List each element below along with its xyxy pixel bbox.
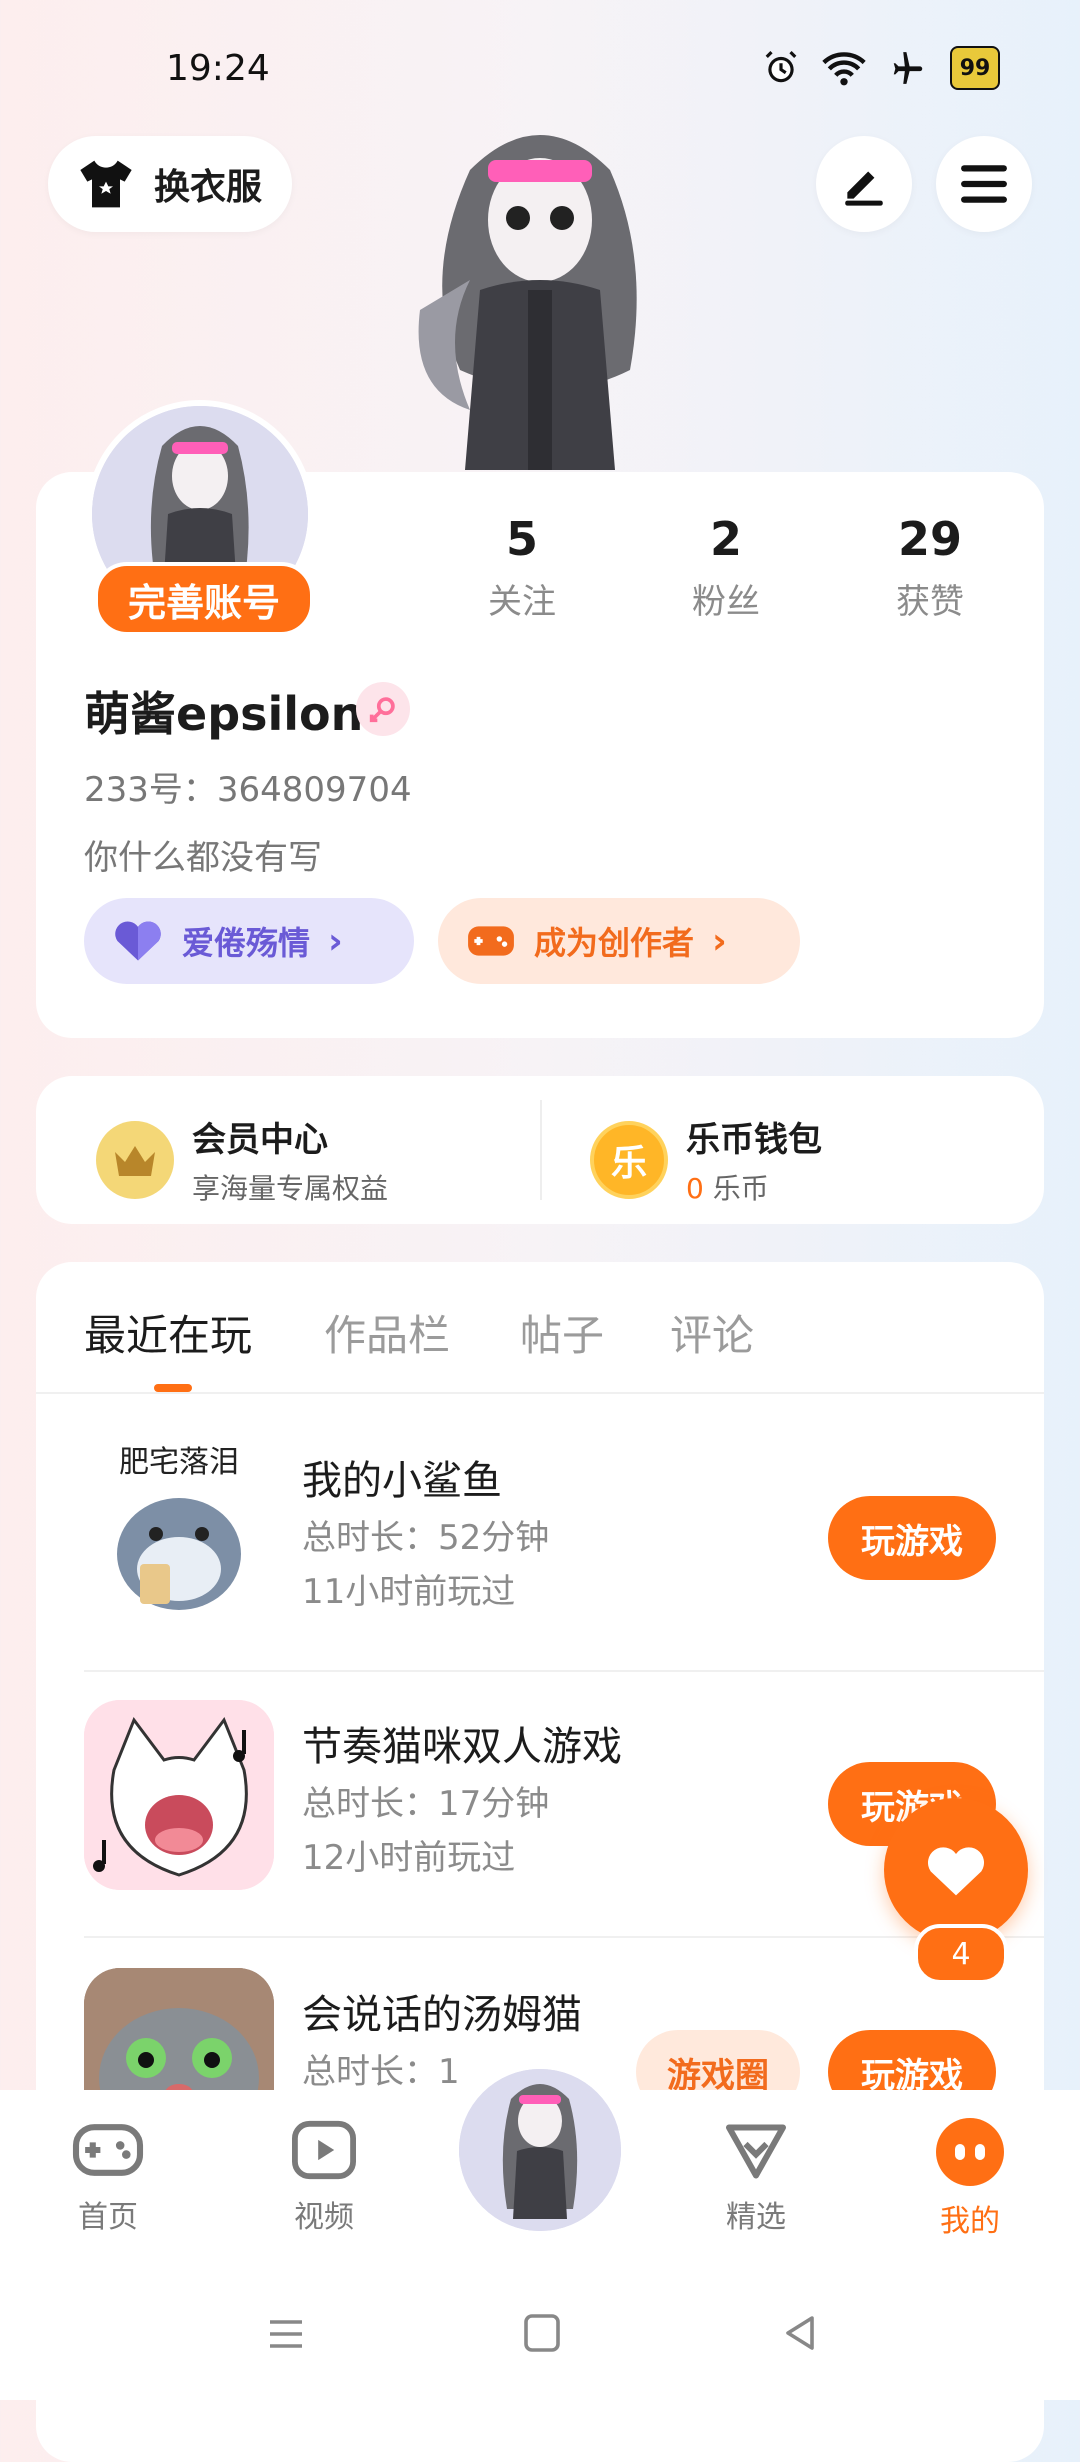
floating-like-button[interactable] <box>884 1798 1028 1942</box>
gamepad-icon <box>72 2124 144 2176</box>
floating-like-count: 4 <box>914 1924 1008 1984</box>
game-duration: 总时长：1 <box>302 2052 460 2090</box>
game-name: 会说话的汤姆猫 <box>302 1992 582 2038</box>
recent-apps-icon[interactable] <box>266 2314 306 2354</box>
nav-video[interactable]: 视频 <box>254 2118 394 2236</box>
game-name: 节奏猫咪双人游戏 <box>302 1724 622 1770</box>
member-center-title: 会员中心 <box>192 1120 328 1160</box>
coin-wallet-entry[interactable]: 乐 乐币钱包 0 乐币 <box>590 1112 822 1207</box>
shark-icon-caption: 肥宅落泪 <box>119 1445 239 1480</box>
heart-icon <box>115 921 161 961</box>
menu-icon <box>961 165 1007 203</box>
pen-icon <box>845 171 883 206</box>
tab-posts[interactable]: 帖子 <box>520 1302 604 1363</box>
play-game-button[interactable]: 玩游戏 <box>828 1496 996 1580</box>
avatar-character-image[interactable] <box>400 110 680 470</box>
airplane-icon <box>893 52 923 84</box>
wallet-title: 乐币钱包 <box>686 1120 822 1160</box>
love-badge-label: 爱倦殇情 <box>182 924 311 962</box>
stat-followers-label: 粉丝 <box>692 582 760 622</box>
game-last-played: 12小时前玩过 <box>302 1838 516 1878</box>
stat-following-label: 关注 <box>488 582 556 622</box>
game-icon-shark: 肥宅落泪 <box>84 1434 274 1624</box>
become-creator-label: 成为创作者 <box>534 924 695 962</box>
game-duration: 总时长：52分钟 <box>302 1518 550 1558</box>
stat-followers-value: 2 <box>709 512 742 566</box>
tabs-divider <box>36 1392 1044 1394</box>
chevron-right-icon: › <box>712 920 727 962</box>
female-gender-icon <box>356 682 410 736</box>
game-circle-button[interactable]: 游戏圈 <box>636 2030 800 2090</box>
game-row-1[interactable]: 肥宅落泪 我的小鲨鱼 总时长：52分钟 11小时前玩过 玩游戏 <box>84 1434 1044 1664</box>
card-divider <box>540 1100 542 1200</box>
user-bio: 你什么都没有写 <box>84 838 322 878</box>
game-duration: 总时长：17分钟 <box>302 1784 550 1824</box>
stat-likes[interactable]: 29 获赞 <box>850 512 1010 623</box>
stat-followers[interactable]: 2 粉丝 <box>646 512 806 623</box>
tab-recently-played[interactable]: 最近在玩 <box>84 1302 252 1363</box>
nav-mine[interactable]: 我的 <box>900 2118 1040 2240</box>
heart-diamond-icon <box>726 2124 786 2179</box>
tab-works[interactable]: 作品栏 <box>324 1302 450 1363</box>
tab-comments[interactable]: 评论 <box>670 1302 754 1363</box>
home-square-icon[interactable] <box>522 2312 562 2354</box>
play-game-button[interactable]: 玩游戏 <box>828 2030 996 2090</box>
member-center-entry[interactable]: 会员中心 享海量专属权益 <box>96 1112 388 1207</box>
crown-icon <box>96 1120 174 1199</box>
row-divider <box>84 1936 1044 1938</box>
change-outfit-label: 换衣服 <box>154 167 263 208</box>
username: 萌酱epsilon <box>84 687 364 741</box>
user-id: 233号：364809704 <box>84 770 412 810</box>
menu-button[interactable] <box>936 136 1032 232</box>
nav-mine-label: 我的 <box>940 2204 1000 2239</box>
mine-face-icon <box>936 2118 1004 2186</box>
shirt-icon <box>80 160 132 208</box>
nav-featured[interactable]: 精选 <box>686 2118 826 2236</box>
game-icon-tom-cat <box>84 1968 274 2090</box>
gamepad-icon <box>468 926 514 956</box>
stat-likes-value: 29 <box>897 512 962 566</box>
member-center-subtitle: 享海量专属权益 <box>192 1172 389 1205</box>
change-outfit-button[interactable]: 换衣服 <box>48 136 292 232</box>
game-icon-rhythm-cat <box>84 1700 274 1890</box>
battery-icon: 99 <box>950 46 1000 90</box>
wifi-icon <box>822 52 866 86</box>
game-last-played: 11小时前玩过 <box>302 1572 516 1612</box>
edit-button[interactable] <box>816 136 912 232</box>
status-icons: 99 <box>762 46 1000 90</box>
wallet-amount: 0 <box>686 1172 704 1205</box>
love-badge-button[interactable]: 爱倦殇情 › <box>84 898 414 984</box>
active-tab-indicator <box>154 1384 192 1392</box>
back-triangle-icon[interactable] <box>780 2312 820 2354</box>
chevron-right-icon: › <box>328 920 343 962</box>
nav-video-label: 视频 <box>294 2200 354 2235</box>
become-creator-button[interactable]: 成为创作者 › <box>438 898 800 984</box>
stat-likes-label: 获赞 <box>896 582 964 622</box>
nav-avatar-button[interactable] <box>454 2064 626 2236</box>
nav-home[interactable]: 首页 <box>38 2118 178 2236</box>
video-play-icon <box>292 2120 356 2180</box>
stat-following[interactable]: 5 关注 <box>442 512 602 623</box>
status-time: 19:24 <box>166 48 270 89</box>
game-name: 我的小鲨鱼 <box>302 1458 502 1504</box>
row-divider <box>84 1670 1044 1672</box>
complete-account-button[interactable]: 完善账号 <box>94 562 314 636</box>
coin-icon: 乐 <box>590 1120 668 1199</box>
nav-home-label: 首页 <box>78 2200 138 2235</box>
alarm-icon <box>765 51 797 83</box>
nav-featured-label: 精选 <box>726 2200 786 2235</box>
wallet-unit: 乐币 <box>712 1172 769 1205</box>
stat-following-value: 5 <box>505 512 538 566</box>
heart-icon <box>927 1847 985 1896</box>
